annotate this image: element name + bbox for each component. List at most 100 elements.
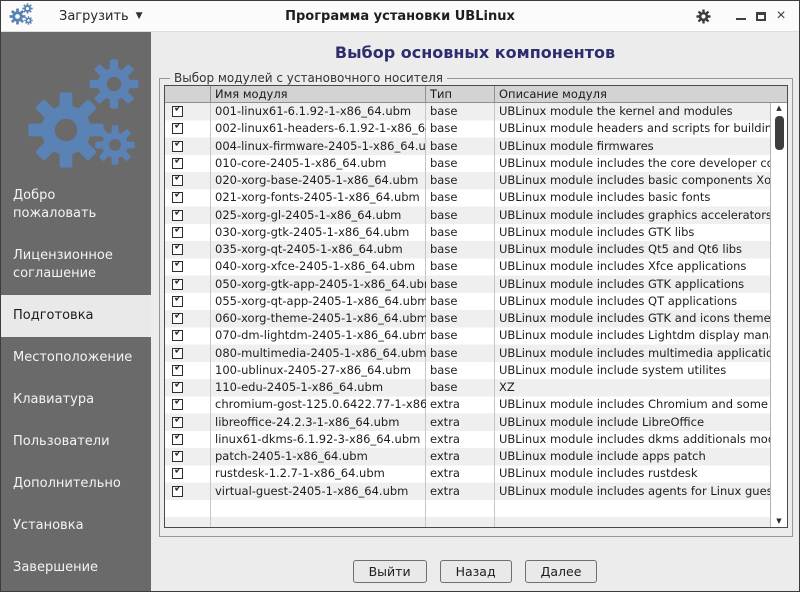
module-checkbox[interactable]: ✓ <box>172 313 183 324</box>
table-row[interactable]: ✓ 040-xorg-xfce-2405-1-x86_64.ubm base U… <box>165 258 770 275</box>
load-button[interactable]: Загрузить ▼ <box>55 7 147 26</box>
minimize-icon <box>736 18 746 20</box>
table-row[interactable]: ✓ 010-core-2405-1-x86_64.ubm base UBLinu… <box>165 155 770 172</box>
sidebar-item[interactable]: Дополнительно <box>1 463 151 505</box>
table-row[interactable]: ✓ 050-xorg-gtk-app-2405-1-x86_64.ubm bas… <box>165 276 770 293</box>
module-checkbox[interactable]: ✓ <box>172 399 183 410</box>
module-checkbox[interactable]: ✓ <box>172 244 183 255</box>
module-checkbox[interactable]: ✓ <box>172 348 183 359</box>
module-type: base <box>426 362 495 379</box>
module-type: base <box>426 207 495 224</box>
table-row[interactable]: ✓ libreoffice-24.2.3-1-x86_64.ubm extra … <box>165 414 770 431</box>
module-checkbox[interactable]: ✓ <box>172 365 183 376</box>
table-row[interactable]: ✓ 021-xorg-fonts-2405-1-x86_64.ubm base … <box>165 189 770 206</box>
header-module-type: Тип <box>426 86 495 102</box>
module-type: base <box>426 310 495 327</box>
settings-button[interactable] <box>691 4 715 28</box>
table-row[interactable]: ✓ virtual-guest-2405-1-x86_64.ubm extra … <box>165 483 770 500</box>
sidebar-item[interactable]: Лицензионное соглашение <box>1 235 151 295</box>
page-title: Выбор основных компонентов <box>151 32 799 62</box>
table-row[interactable]: ✓ 080-multimedia-2405-1-x86_64.ubm base … <box>165 345 770 362</box>
check-icon: ✓ <box>173 141 185 150</box>
table-row[interactable]: ✓ 070-dm-lightdm-2405-1-x86_64.ubm base … <box>165 327 770 344</box>
module-checkbox[interactable]: ✓ <box>172 279 183 290</box>
module-checkbox[interactable]: ✓ <box>172 434 183 445</box>
table-row[interactable]: ✓ rustdesk-1.2.7-1-x86_64.ubm extra UBLi… <box>165 465 770 482</box>
table-row[interactable]: ✓ 025-xorg-gl-2405-1-x86_64.ubm base UBL… <box>165 207 770 224</box>
sidebar-item[interactable]: Установка <box>1 505 151 547</box>
module-name: 080-multimedia-2405-1-x86_64.ubm <box>211 345 426 362</box>
checkbox-cell: ✓ <box>165 451 211 462</box>
module-checkbox[interactable]: ✓ <box>172 158 183 169</box>
sidebar-logo-icon <box>1 32 151 175</box>
sidebar-item[interactable]: Добро пожаловать <box>1 175 151 235</box>
footer-buttons: Выйти Назад Далее <box>151 560 799 583</box>
module-checkbox[interactable]: ✓ <box>172 468 183 479</box>
module-type: base <box>426 103 495 120</box>
module-type: extra <box>426 465 495 482</box>
module-checkbox[interactable]: ✓ <box>172 106 183 117</box>
module-checkbox[interactable]: ✓ <box>172 141 183 152</box>
table-row[interactable]: ✓ 020-xorg-base-2405-1-x86_64.ubm base U… <box>165 172 770 189</box>
checkbox-cell: ✓ <box>165 434 211 445</box>
table-row[interactable]: ✓ 001-linux61-6.1.92-1-x86_64.ubm base U… <box>165 103 770 120</box>
scroll-down-icon[interactable]: ▼ <box>776 516 781 527</box>
table-row[interactable]: ✓ patch-2405-1-x86_64.ubm extra UBLinux … <box>165 448 770 465</box>
checkbox-cell: ✓ <box>165 106 211 117</box>
module-checkbox[interactable]: ✓ <box>172 451 183 462</box>
sidebar-item[interactable]: Местоположение <box>1 337 151 379</box>
module-checkbox[interactable]: ✓ <box>172 175 183 186</box>
sidebar-item[interactable]: Пользователи <box>1 421 151 463</box>
sidebar-items: Добро пожаловатьЛицензионное соглашениеП… <box>1 175 151 589</box>
exit-button[interactable]: Выйти <box>353 560 427 583</box>
close-button[interactable]: × <box>771 5 791 27</box>
module-type: base <box>426 172 495 189</box>
module-checkbox[interactable]: ✓ <box>172 227 183 238</box>
sidebar-item[interactable]: Подготовка <box>1 295 151 337</box>
module-checkbox[interactable]: ✓ <box>172 330 183 341</box>
check-icon: ✓ <box>173 123 185 132</box>
table-row[interactable]: ✓ 055-xorg-qt-app-2405-1-x86_64.ubm base… <box>165 293 770 310</box>
module-checkbox[interactable]: ✓ <box>172 382 183 393</box>
module-name: 050-xorg-gtk-app-2405-1-x86_64.ubm <box>211 276 426 293</box>
module-checkbox[interactable]: ✓ <box>172 417 183 428</box>
table-row[interactable]: ✓ 004-linux-firmware-2405-1-x86_64.ubm b… <box>165 138 770 155</box>
table-row[interactable]: ✓ chromium-gost-125.0.6422.77-1-x86_64.u… <box>165 396 770 413</box>
module-type: base <box>426 155 495 172</box>
sidebar-item[interactable]: Клавиатура <box>1 379 151 421</box>
table-row[interactable]: ✓ 110-edu-2405-1-x86_64.ubm base XZ <box>165 379 770 396</box>
table-row[interactable]: ✓ 030-xorg-gtk-2405-1-x86_64.ubm base UB… <box>165 224 770 241</box>
module-checkbox[interactable]: ✓ <box>172 261 183 272</box>
back-button[interactable]: Назад <box>440 560 512 583</box>
check-icon: ✓ <box>173 468 185 477</box>
modules-groupbox: Выбор модулей с установочного носителя И… <box>159 78 793 537</box>
checkbox-cell: ✓ <box>165 175 211 186</box>
checkbox-cell: ✓ <box>165 141 211 152</box>
module-checkbox[interactable]: ✓ <box>172 123 183 134</box>
module-type: extra <box>426 414 495 431</box>
maximize-button[interactable] <box>751 5 771 27</box>
table-row[interactable]: ✓ 100-ublinux-2405-27-x86_64.ubm base UB… <box>165 362 770 379</box>
next-button[interactable]: Далее <box>525 560 598 583</box>
table-row[interactable]: ✓ 060-xorg-theme-2405-1-x86_64.ubm base … <box>165 310 770 327</box>
scroll-up-icon[interactable]: ▲ <box>776 103 781 114</box>
checkbox-cell: ✓ <box>165 192 211 203</box>
table-row[interactable]: ✓ 035-xorg-qt-2405-1-x86_64.ubm base UBL… <box>165 241 770 258</box>
check-icon: ✓ <box>173 417 185 426</box>
module-checkbox[interactable]: ✓ <box>172 210 183 221</box>
minimize-button[interactable] <box>731 5 751 27</box>
module-checkbox[interactable]: ✓ <box>172 486 183 497</box>
vertical-scrollbar[interactable]: ▲ ▼ <box>770 103 787 527</box>
table-row[interactable]: ✓ 002-linux61-headers-6.1.92-1-x86_64.ub… <box>165 120 770 137</box>
module-name: virtual-guest-2405-1-x86_64.ubm <box>211 483 426 500</box>
module-description: UBLinux module includes the core develop… <box>495 155 770 172</box>
table-row[interactable]: ✓ linux61-dkms-6.1.92-3-x86_64.ubm extra… <box>165 431 770 448</box>
modules-table: Имя модуля Тип Описание модуля ✓ 001-lin… <box>164 85 788 528</box>
module-checkbox[interactable]: ✓ <box>172 296 183 307</box>
checkbox-cell: ✓ <box>165 330 211 341</box>
module-checkbox[interactable]: ✓ <box>172 192 183 203</box>
scrollbar-thumb[interactable] <box>775 116 784 150</box>
module-type: base <box>426 276 495 293</box>
sidebar-item[interactable]: Завершение <box>1 547 151 589</box>
checkbox-cell: ✓ <box>165 244 211 255</box>
